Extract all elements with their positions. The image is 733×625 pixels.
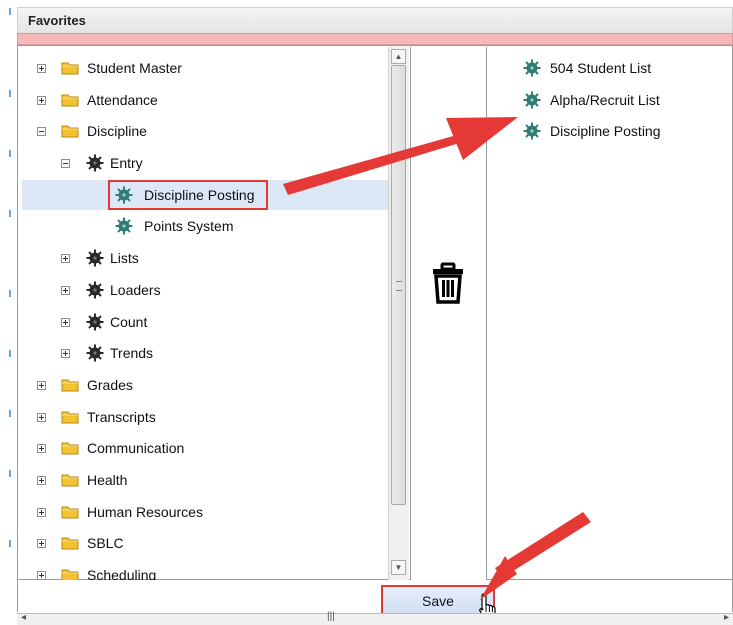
- favorite-item-label: Discipline Posting: [550, 123, 661, 139]
- collapse-icon[interactable]: [37, 127, 46, 136]
- favorite-item-discipline-posting[interactable]: Discipline Posting: [488, 116, 733, 146]
- folder-icon: [61, 125, 79, 138]
- expand-icon[interactable]: [37, 444, 46, 453]
- tree-item-label: Scheduling: [87, 567, 157, 580]
- scroll-right-icon[interactable]: ▸: [724, 612, 729, 623]
- scroll-up-icon[interactable]: ▲: [391, 49, 406, 64]
- expand-icon[interactable]: [37, 413, 46, 422]
- expand-icon[interactable]: [61, 286, 70, 295]
- tree-item-label: Transcripts: [87, 409, 156, 425]
- horizontal-scrollbar[interactable]: ◂ ||| ▸: [17, 611, 733, 625]
- tree-item-label: Points System: [144, 218, 234, 234]
- expand-icon[interactable]: [37, 539, 46, 548]
- window-title: Favorites: [28, 13, 86, 28]
- favorite-item-label: Alpha/Recruit List: [550, 92, 660, 108]
- tree-item-label: Attendance: [87, 92, 158, 108]
- tree-item-loaders[interactable]: Loaders: [22, 275, 388, 305]
- folder-icon: [61, 411, 79, 424]
- scroll-down-icon[interactable]: ▼: [391, 560, 406, 575]
- scroll-grip-icon: |||: [327, 611, 335, 622]
- tree-item-student-master[interactable]: Student Master: [22, 53, 388, 83]
- gear-icon: [115, 217, 133, 235]
- expand-icon[interactable]: [37, 381, 46, 390]
- tree-item-label: Trends: [110, 345, 154, 361]
- tree-item-attendance[interactable]: Attendance: [22, 85, 388, 115]
- expand-icon[interactable]: [37, 64, 46, 73]
- gear-icon: [523, 59, 541, 77]
- tree-item-label: Count: [110, 314, 148, 330]
- tree-item-label: Grades: [87, 377, 133, 393]
- tree-item-lists[interactable]: Lists: [22, 243, 388, 273]
- expand-icon[interactable]: [61, 349, 70, 358]
- gear-icon: [523, 91, 541, 109]
- gear-icon: [523, 122, 541, 140]
- tree-item-grades[interactable]: Grades: [22, 370, 388, 400]
- tree-vertical-scrollbar[interactable]: ▲ ▼: [388, 47, 409, 580]
- tree-item-label: Lists: [110, 250, 139, 266]
- trash-icon[interactable]: [431, 262, 465, 304]
- tree-item-label: SBLC: [87, 535, 124, 551]
- tree-item-scheduling[interactable]: Scheduling: [22, 560, 388, 580]
- expand-icon[interactable]: [37, 476, 46, 485]
- tree-item-trends[interactable]: Trends: [22, 338, 388, 368]
- expand-icon[interactable]: [61, 318, 70, 327]
- folder-icon: [61, 62, 79, 75]
- favorite-item-504-student-list[interactable]: 504 Student List: [488, 53, 733, 83]
- middle-column: [410, 47, 487, 580]
- gear-icon: [86, 344, 104, 362]
- tree-item-label: Entry: [110, 155, 143, 171]
- tree-item-label: Discipline: [87, 123, 147, 139]
- tree-item-label: Health: [87, 472, 128, 488]
- tree-item-count[interactable]: Count: [22, 307, 388, 337]
- left-edge-decoration: [0, 0, 17, 625]
- folder-icon: [61, 474, 79, 487]
- collapse-icon[interactable]: [61, 159, 70, 168]
- gear-icon: [86, 154, 104, 172]
- expand-icon[interactable]: [61, 254, 70, 263]
- tree-item-label: Student Master: [87, 60, 182, 76]
- tree-item-human-resources[interactable]: Human Resources: [22, 497, 388, 527]
- folder-icon: [61, 442, 79, 455]
- tree-item-label: Communication: [87, 440, 185, 456]
- scroll-thumb[interactable]: [391, 65, 406, 505]
- expand-icon[interactable]: [37, 508, 46, 517]
- tree-item-transcripts[interactable]: Transcripts: [22, 402, 388, 432]
- tree-item-label: Human Resources: [87, 504, 203, 520]
- gear-icon: [86, 313, 104, 331]
- folder-icon: [61, 94, 79, 107]
- tree-item-health[interactable]: Health: [22, 465, 388, 495]
- folder-icon: [61, 537, 79, 550]
- folder-icon: [61, 379, 79, 392]
- tree-item-discipline[interactable]: Discipline: [22, 116, 388, 146]
- favorite-item-alpha-recruit-list[interactable]: Alpha/Recruit List: [488, 85, 733, 115]
- folder-icon: [61, 569, 79, 580]
- favorites-list: 504 Student List Alpha/Recruit List Disc…: [488, 47, 733, 580]
- tree-item-communication[interactable]: Communication: [22, 433, 388, 463]
- scroll-left-icon[interactable]: ◂: [21, 612, 26, 623]
- tree-item-entry[interactable]: Entry: [22, 148, 388, 178]
- favorite-item-label: 504 Student List: [550, 60, 652, 76]
- folder-icon: [61, 506, 79, 519]
- tree-item-points-system[interactable]: Points System: [22, 211, 388, 241]
- gear-icon: [86, 249, 104, 267]
- menu-tree: Student Master Attendance Discipline Ent…: [22, 47, 388, 580]
- discipline-posting-highlight-box: [108, 180, 268, 210]
- bottom-action-bar: [17, 580, 733, 612]
- gear-icon: [86, 281, 104, 299]
- tree-item-sblc[interactable]: SBLC: [22, 528, 388, 558]
- favorites-title-bar: Favorites: [17, 7, 733, 33]
- header-strip: [17, 33, 733, 45]
- expand-icon[interactable]: [37, 571, 46, 580]
- expand-icon[interactable]: [37, 96, 46, 105]
- tree-item-label: Loaders: [110, 282, 161, 298]
